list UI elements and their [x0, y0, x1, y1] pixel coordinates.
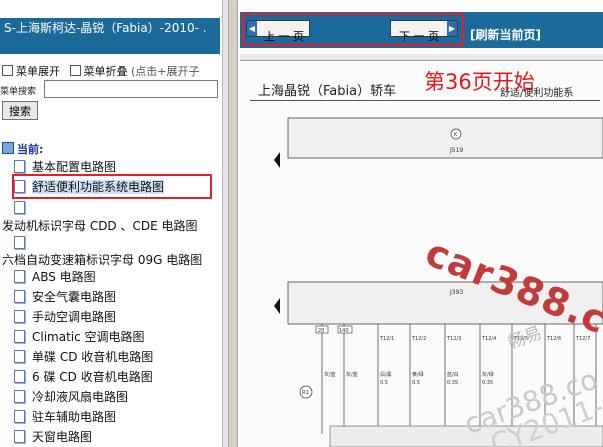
tree-item-sunroof[interactable]: 天窗电路图	[14, 429, 92, 445]
svg-text:0.5: 0.5	[380, 380, 388, 386]
tree-item-climatic[interactable]: Climatic 空调电路图	[14, 329, 145, 345]
svg-text:蓝/白: 蓝/白	[447, 371, 459, 378]
document-icon	[14, 350, 25, 363]
collapse-icon	[69, 65, 81, 76]
svg-text:J519: J519	[449, 147, 463, 154]
document-icon	[14, 236, 25, 249]
pane-splitter[interactable]	[228, 0, 238, 447]
document-icon	[14, 270, 25, 283]
search-input[interactable]	[44, 80, 218, 98]
search-button[interactable]: 搜索	[2, 101, 38, 120]
highlight-annotation	[12, 174, 212, 199]
document-icon	[14, 410, 25, 423]
document-icon	[14, 310, 25, 323]
manual-title: S-上海斯柯达-晶锐（Fabia）-2010- .	[0, 18, 220, 54]
page-edge	[240, 54, 603, 61]
tree-item-six-cd[interactable]: 6 碟 CD 收音机电路图	[14, 369, 153, 385]
menu-collapse-link[interactable]: 菜单折叠	[84, 65, 128, 78]
document-icon	[14, 290, 25, 303]
svg-text:灰/蓝: 灰/蓝	[324, 371, 336, 378]
page-arrow-icon	[274, 298, 280, 314]
svg-text:灰/蓝: 灰/蓝	[346, 371, 358, 378]
menu-toggle-row: 菜单展开 菜单折叠 (点击+展开子	[0, 63, 200, 79]
tree-item-parking-aid[interactable]: 驻车辅助电路图	[14, 409, 116, 425]
svg-text:0.35: 0.35	[447, 380, 458, 386]
svg-text:白/黑: 白/黑	[380, 371, 392, 378]
svg-text:T12/6: T12/6	[546, 336, 561, 342]
svg-text:0.35: 0.35	[482, 380, 493, 386]
divider	[250, 100, 600, 101]
tree-item-single-cd[interactable]: 单碟 CD 收音机电路图	[14, 349, 153, 365]
svg-text:灰/绿: 灰/绿	[482, 371, 494, 378]
refresh-link[interactable]: [刷新当前页]	[470, 26, 541, 43]
page-note: 第36页开始	[424, 70, 535, 94]
document-icon	[14, 430, 25, 443]
page-arrow-icon	[274, 152, 280, 168]
svg-text:T12/1: T12/1	[379, 336, 394, 342]
computer-icon	[2, 142, 14, 154]
svg-text:T12/4: T12/4	[481, 336, 496, 342]
document-icon	[14, 160, 25, 173]
svg-text:J393: J393	[449, 289, 463, 296]
tree-item-airbag[interactable]: 安全气囊电路图	[14, 289, 116, 305]
tree-item-cooling-fan[interactable]: 冷却液风扇电路图	[14, 389, 128, 405]
svg-text:T12/3: T12/3	[446, 336, 461, 342]
svg-text:T12/2: T12/2	[411, 336, 426, 342]
document-icon	[14, 370, 25, 383]
doc-title: 上海晶锐（Fabia）轿车	[258, 84, 397, 99]
document-icon	[14, 330, 25, 343]
svg-text:140: 140	[339, 328, 349, 334]
current-label: 当前:	[2, 141, 43, 157]
tree-item-manual-ac[interactable]: 手动空调电路图	[14, 309, 116, 325]
highlight-annotation	[242, 13, 464, 46]
document-icon	[14, 201, 25, 214]
document-pane: ◀ 上 一 页 下 一 页 ▶ [刷新当前页] 上海晶锐（Fabia）轿车 舒适/便…	[238, 0, 603, 447]
svg-text:R1: R1	[302, 390, 309, 396]
tree-item-basic-config[interactable]: 基本配置电路图	[14, 159, 116, 175]
svg-text:0.5: 0.5	[412, 380, 420, 386]
menu-hint: (点击+展开子	[131, 65, 200, 78]
tree-group-engine[interactable]: 发动机标识字母 CDD 、CDE 电路图	[2, 218, 198, 234]
document-icon	[14, 390, 25, 403]
menu-expand-link[interactable]: 菜单展开	[16, 65, 60, 78]
tree-group-gearbox[interactable]: 六档自动变速箱标识字母 09G 电路图	[2, 252, 202, 268]
wiring-diagram-page: 上海晶锐（Fabia）轿车 舒适/便利功能系 第36页开始 K J519 J39…	[240, 54, 603, 447]
svg-text:黄/绿: 黄/绿	[412, 371, 424, 378]
svg-text:20: 20	[318, 328, 324, 334]
search-label: 菜单搜索	[0, 87, 37, 97]
menu-pane: S-上海斯柯达-晶锐（Fabia）-2010- . 菜单展开 菜单折叠 (点击+…	[0, 0, 228, 447]
tree-item-abs[interactable]: ABS 电路图	[14, 269, 96, 285]
expand-icon	[2, 65, 13, 76]
